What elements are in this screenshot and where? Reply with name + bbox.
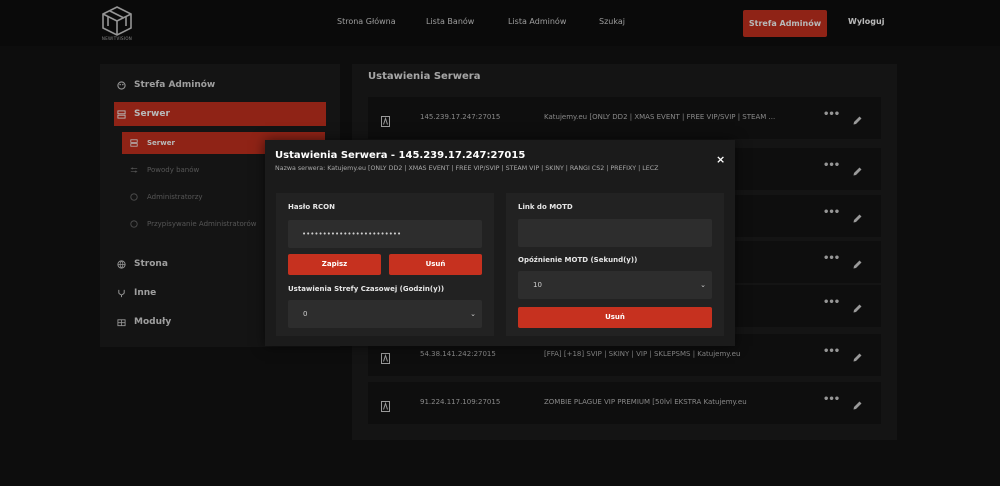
timezone-label: Ustawienia Strefy Czasowej (Godzin(y)) bbox=[288, 285, 445, 293]
rcon-card: Hasło RCON •••••••••••••••••••••••• Zapi… bbox=[276, 193, 494, 336]
motd-delay-label: Opóźnienie MOTD (Sekund(y)) bbox=[518, 256, 638, 264]
chevron-down-icon: ⌄ bbox=[700, 281, 706, 289]
timezone-select[interactable]: 0 ⌄ bbox=[288, 300, 482, 328]
save-button[interactable]: Zapisz bbox=[288, 254, 381, 275]
timezone-value: 0 bbox=[303, 310, 308, 318]
rcon-label: Hasło RCON bbox=[288, 203, 335, 211]
modal-subtitle: Nazwa serwera: Katujemy.eu [ONLY DD2 | X… bbox=[275, 165, 659, 172]
delete-motd-button[interactable]: Usuń bbox=[518, 307, 712, 328]
modal-title: Ustawienia Serwera - 145.239.17.247:2701… bbox=[275, 150, 526, 161]
rcon-password-input[interactable]: •••••••••••••••••••••••• bbox=[288, 220, 482, 248]
chevron-down-icon: ⌄ bbox=[470, 310, 476, 318]
motd-link-input[interactable] bbox=[518, 219, 712, 247]
delete-rcon-button[interactable]: Usuń bbox=[389, 254, 482, 275]
motd-card: Link do MOTD Opóźnienie MOTD (Sekund(y))… bbox=[506, 193, 724, 336]
server-settings-modal: Ustawienia Serwera - 145.239.17.247:2701… bbox=[265, 140, 735, 346]
motd-link-label: Link do MOTD bbox=[518, 203, 573, 211]
close-icon[interactable]: × bbox=[716, 154, 725, 165]
motd-delay-value: 10 bbox=[533, 281, 542, 289]
motd-delay-select[interactable]: 10 ⌄ bbox=[518, 271, 712, 299]
